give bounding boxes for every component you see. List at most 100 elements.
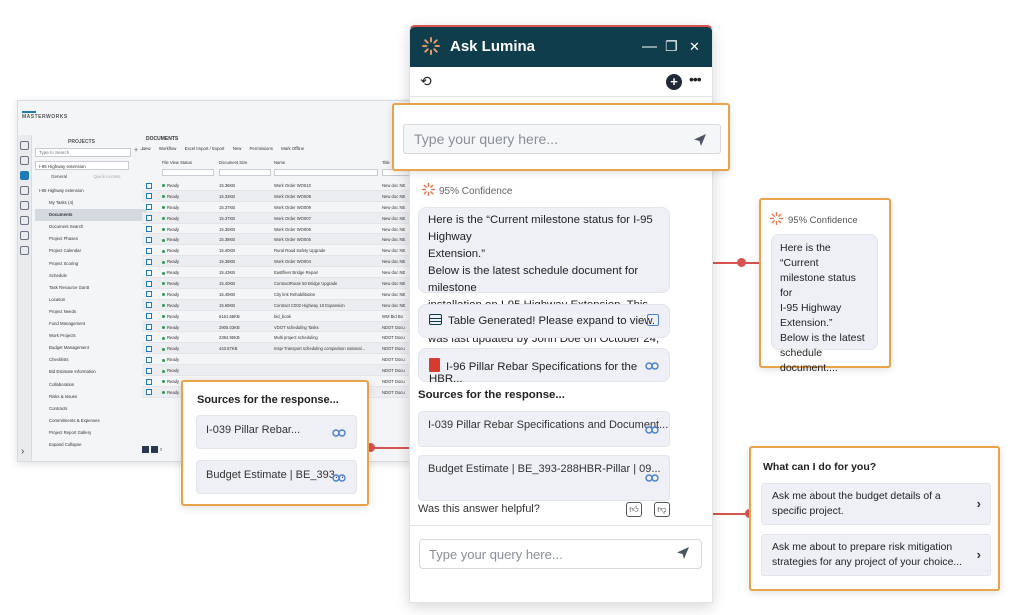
table-row[interactable]: Ready 2384.95KB Multi project scheduling ND… bbox=[142, 332, 416, 344]
tree-item[interactable]: Work Projects bbox=[35, 330, 147, 342]
history-icon[interactable]: ⟲ bbox=[420, 73, 432, 90]
thumbs-up-icon[interactable]: 👍︎ bbox=[626, 502, 642, 517]
tree-item[interactable]: Budget Management bbox=[35, 342, 147, 354]
table-row[interactable]: Ready 15.38KB Work Order WO005 New doc NE bbox=[142, 234, 416, 246]
prev-page-icon[interactable] bbox=[151, 446, 158, 453]
source-item[interactable]: Budget Estimate | BE_393... bbox=[196, 460, 357, 494]
table-row[interactable]: Ready 15.37KB Work Order WO009 New doc NE bbox=[142, 202, 416, 213]
row-checkbox[interactable] bbox=[146, 356, 152, 363]
row-checkbox[interactable] bbox=[146, 324, 152, 331]
tree-item[interactable]: I-95 Highway extension bbox=[35, 185, 147, 197]
source-item[interactable]: Budget Estimate | BE_393-288HBR-Pillar |… bbox=[418, 455, 670, 501]
toolbar-workflow[interactable]: Workflow bbox=[159, 146, 177, 151]
tree-item[interactable]: Expand Collapse bbox=[35, 439, 147, 451]
toolbar-new-2[interactable]: New bbox=[233, 146, 242, 151]
toolbar-permissions[interactable]: Permissions bbox=[250, 146, 273, 151]
row-checkbox[interactable] bbox=[146, 247, 152, 254]
filter-name[interactable] bbox=[274, 169, 378, 176]
table-row[interactable]: Ready 15.33KB Work Order WO008 New doc NE bbox=[142, 190, 416, 202]
col-name[interactable]: Name bbox=[274, 160, 285, 165]
link-icon[interactable] bbox=[645, 361, 659, 371]
table-row[interactable]: Ready 5161.68KB bid_book WM Bid Bo bbox=[142, 311, 416, 322]
col-status[interactable]: File View Status bbox=[162, 160, 192, 165]
tree-item[interactable]: Project Calendar bbox=[35, 245, 147, 257]
expand-icon[interactable] bbox=[647, 314, 659, 326]
send-icon[interactable] bbox=[676, 546, 690, 560]
tree-item[interactable]: My Tasks (4) bbox=[35, 197, 147, 209]
row-checkbox[interactable] bbox=[146, 367, 152, 374]
row-checkbox[interactable] bbox=[146, 226, 152, 233]
home-icon[interactable] bbox=[20, 141, 29, 150]
tree-item[interactable]: Project Needs bbox=[35, 306, 147, 318]
tree-item[interactable]: Contracts bbox=[35, 403, 147, 415]
table-row[interactable]: Ready 15.40KB Rural Road Safety Upgrade New… bbox=[142, 245, 416, 257]
tree-item[interactable]: Project Report Gallery bbox=[35, 427, 147, 439]
tree-item[interactable]: Documents bbox=[35, 209, 147, 222]
row-checkbox[interactable] bbox=[146, 182, 152, 189]
tree-item[interactable]: Document Search bbox=[35, 221, 147, 233]
minimize-button[interactable]: — bbox=[642, 38, 657, 55]
report-icon[interactable] bbox=[20, 186, 29, 195]
projects-icon[interactable] bbox=[20, 171, 29, 180]
expand-rail-icon[interactable]: › bbox=[21, 446, 24, 457]
chart-icon[interactable] bbox=[20, 201, 29, 210]
tree-item[interactable]: Project Scoring bbox=[35, 258, 147, 270]
tab-general[interactable]: General bbox=[35, 174, 83, 179]
new-chat-icon[interactable]: + bbox=[666, 74, 682, 90]
tree-item[interactable]: Location bbox=[35, 294, 147, 306]
table-row[interactable]: Ready 15.40KB ContractRoute 50 Bridge Upgr… bbox=[142, 278, 416, 289]
thumbs-down-icon[interactable]: 👎︎ bbox=[654, 502, 670, 517]
table-row[interactable]: Ready 15.37KB Work Order WO007 New doc NE bbox=[142, 212, 416, 224]
tree-item[interactable]: Fund Management bbox=[35, 318, 147, 330]
table-row[interactable]: Ready 2905.03KB VDOT scheduling Tasks NDOT … bbox=[142, 321, 416, 333]
close-button[interactable]: ✕ bbox=[689, 39, 700, 55]
source-item[interactable]: I-039 Pillar Rebar Specifications and Do… bbox=[418, 411, 670, 447]
row-checkbox[interactable] bbox=[146, 389, 152, 396]
table-generated-card[interactable]: Table Generated! Please expand to view. bbox=[418, 304, 670, 338]
table-row[interactable]: Ready NDOT Docu bbox=[142, 354, 416, 366]
row-checkbox[interactable] bbox=[146, 269, 152, 276]
page-number[interactable]: 2 bbox=[160, 447, 162, 452]
toolbar-excel[interactable]: Excel Import / Export bbox=[185, 146, 225, 151]
project-select[interactable]: I-95 Highway extension bbox=[35, 161, 129, 170]
row-checkbox[interactable] bbox=[146, 302, 152, 309]
table-row[interactable]: Ready 443.87KB Inspi Transport scheduling … bbox=[142, 343, 416, 355]
project-search-input[interactable]: Type to Search bbox=[35, 148, 131, 157]
tree-item[interactable]: Bid Estimate Information bbox=[35, 366, 147, 378]
tree-item[interactable]: Project Phases bbox=[35, 233, 147, 245]
filter-status[interactable] bbox=[162, 169, 214, 176]
users-icon[interactable] bbox=[20, 216, 29, 225]
table-row[interactable]: Ready NDOT Docu bbox=[142, 365, 416, 377]
tree-item[interactable]: Commitments & Expenses bbox=[35, 415, 147, 427]
tab-quick-access[interactable]: Quick Access bbox=[83, 174, 131, 179]
toolbar-mark-offline[interactable]: Mark Offline bbox=[281, 146, 304, 151]
row-checkbox[interactable] bbox=[146, 258, 152, 265]
row-checkbox[interactable] bbox=[146, 204, 152, 211]
tree-item[interactable]: Checklists bbox=[35, 354, 147, 366]
more-icon[interactable]: ••• bbox=[689, 71, 702, 87]
table-row[interactable]: Ready 15.69KB Contract C002 Highway 10 Exp… bbox=[142, 299, 416, 311]
row-checkbox[interactable] bbox=[146, 313, 152, 320]
table-row[interactable]: Ready 15.35KB Work Order WO006 New doc NE bbox=[142, 224, 416, 235]
row-checkbox[interactable] bbox=[146, 280, 152, 287]
maximize-button[interactable]: ❐ bbox=[665, 38, 678, 55]
list-icon[interactable] bbox=[20, 156, 29, 165]
link-icon[interactable] bbox=[332, 473, 346, 483]
link-icon[interactable] bbox=[645, 473, 659, 483]
col-size[interactable]: Document Size bbox=[219, 160, 247, 165]
source-item[interactable]: I-039 Pillar Rebar... bbox=[196, 415, 357, 449]
col-title[interactable]: Title bbox=[382, 160, 390, 165]
row-checkbox[interactable] bbox=[146, 378, 152, 385]
toolbar-new[interactable]: New bbox=[142, 146, 151, 151]
row-checkbox[interactable] bbox=[146, 345, 152, 352]
tree-item[interactable]: Task Resource Gantt bbox=[35, 282, 147, 294]
grid-icon[interactable] bbox=[20, 231, 29, 240]
suggestion-budget[interactable]: Ask me about the budget details of a spe… bbox=[761, 483, 991, 525]
row-checkbox[interactable] bbox=[146, 193, 152, 200]
table-row[interactable]: Ready 15.49KB City link Rehabilitation New … bbox=[142, 289, 416, 300]
tree-item[interactable]: Schedule bbox=[35, 270, 147, 282]
tree-item[interactable]: Collaboration bbox=[35, 379, 147, 391]
query-input[interactable]: Type your query here... bbox=[403, 124, 721, 154]
first-page-icon[interactable] bbox=[142, 446, 149, 453]
row-checkbox[interactable] bbox=[146, 334, 152, 341]
